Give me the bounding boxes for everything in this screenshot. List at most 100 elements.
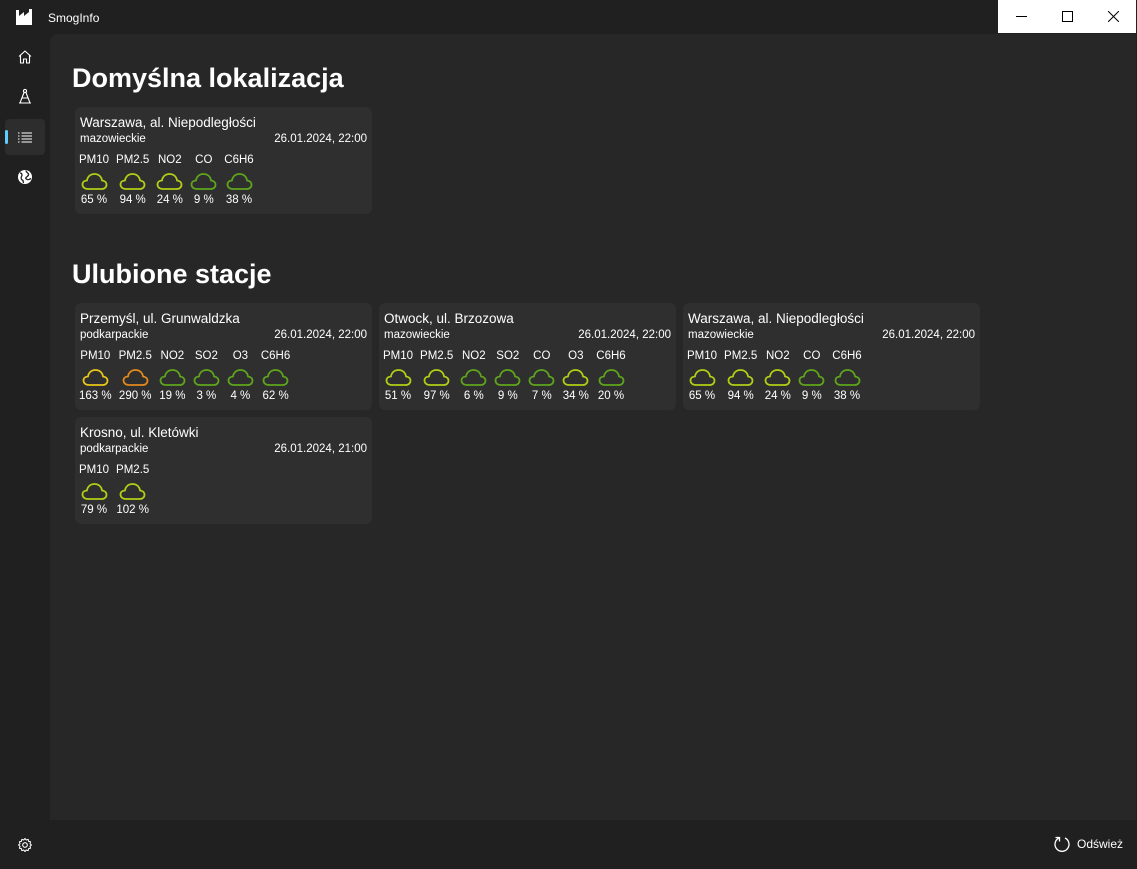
parameter-name: NO2: [160, 350, 185, 362]
parameter-value: 65 %: [688, 390, 716, 402]
parameter-item: PM10 79 %: [79, 464, 109, 516]
cloud-icon: [159, 369, 186, 386]
parameter-name: NO2: [765, 350, 790, 362]
parameter-name: C6H6: [832, 350, 862, 362]
parameter-value: 20 %: [597, 390, 625, 402]
station-region: podkarpackie: [80, 443, 149, 455]
cloud-icon: [156, 173, 183, 190]
close-icon: [1107, 11, 1119, 22]
station-card[interactable]: Przemyśl, ul. Grunwaldzka podkarpackie 26.…: [75, 303, 372, 410]
parameter-list: PM10 65 % PM2.5 94 % NO2 24 % CO 9 % C6H6 38 %: [687, 350, 869, 402]
cloud-icon: [190, 173, 217, 190]
parameter-item: CO 9 %: [190, 154, 217, 206]
parameter-item: NO2 24 %: [764, 350, 791, 402]
cloud-icon: [598, 369, 624, 386]
parameter-item: NO2 24 %: [156, 154, 183, 206]
parameter-item: PM2.5 102 %: [116, 464, 149, 516]
maximize-button[interactable]: [1044, 0, 1090, 33]
settings-button[interactable]: [14, 834, 36, 856]
refresh-button[interactable]: Odśwież: [1053, 832, 1123, 856]
station-card[interactable]: Warszawa, al. Niepodległości mazowieckie 2…: [683, 303, 980, 410]
cloud-icon: [727, 369, 754, 386]
parameter-value: 62 %: [262, 390, 289, 402]
minimize-button[interactable]: [998, 0, 1044, 33]
station-region: podkarpackie: [80, 329, 149, 341]
cloud-icon: [528, 369, 555, 386]
nav-item-map[interactable]: [5, 159, 45, 195]
cloud-icon: [119, 173, 146, 190]
parameter-value: 7 %: [531, 390, 552, 402]
parameter-value: 24 %: [764, 390, 791, 402]
parameter-name: O3: [232, 350, 249, 362]
maximize-icon: [1061, 11, 1073, 22]
parameter-list: PM10 163 % PM2.5 290 % NO2 19 % SO2 3 % O3 4 % C6H…: [79, 350, 297, 402]
parameter-name: PM2.5: [420, 350, 454, 362]
cloud-icon: [798, 369, 825, 386]
main-content: Domyślna lokalizacja Warszawa, al. Niepo…: [50, 34, 1136, 820]
navigation-pane: [0, 34, 50, 820]
close-button[interactable]: [1090, 0, 1136, 33]
parameter-name: C6H6: [596, 350, 626, 362]
parameter-list: PM10 79 % PM2.5 102 %: [79, 464, 156, 516]
parameter-value: 65 %: [80, 194, 108, 206]
cloud-icon: [494, 369, 521, 386]
measurement-time: 26.01.2024, 21:00: [274, 443, 367, 455]
parameter-name: PM2.5: [118, 350, 152, 362]
parameter-item: PM10 65 %: [687, 350, 717, 402]
refresh-icon: [1054, 836, 1070, 852]
title-bar: SmogInfo: [0, 0, 1137, 34]
parameter-item: CO 9 %: [798, 350, 825, 402]
parameter-value: 34 %: [562, 390, 589, 402]
parameter-name: C6H6: [224, 154, 254, 166]
station-region: mazowieckie: [384, 329, 450, 341]
parameter-value: 94 %: [727, 390, 754, 402]
parameter-item: O3 4 %: [227, 350, 254, 402]
station-card[interactable]: Krosno, ul. Kletówki podkarpackie 26.01.20…: [75, 417, 372, 524]
station-name: Przemyśl, ul. Grunwaldzka: [80, 311, 240, 326]
list-icon: [18, 132, 32, 143]
parameter-name: CO: [533, 350, 551, 362]
parameter-value: 4 %: [230, 390, 251, 402]
nav-item-stations[interactable]: [5, 78, 45, 114]
minimize-icon: [1015, 16, 1027, 17]
parameter-name: PM10: [687, 350, 718, 362]
nav-item-home[interactable]: [5, 39, 45, 75]
gear-icon: [18, 838, 32, 852]
parameter-name: PM10: [79, 464, 110, 476]
nav-item-list[interactable]: [5, 119, 45, 155]
cloud-icon: [423, 369, 450, 386]
parameter-value: 163 %: [79, 390, 112, 402]
station-card[interactable]: Otwock, ul. Brzozowa mazowieckie 26.01.202…: [379, 303, 676, 410]
parameter-value: 79 %: [80, 504, 108, 516]
parameter-item: O3 34 %: [562, 350, 589, 402]
station-name: Otwock, ul. Brzozowa: [384, 311, 514, 326]
factory-logo-icon: [16, 9, 32, 25]
cloud-icon: [689, 369, 715, 386]
parameter-name: PM10: [79, 154, 110, 166]
parameter-item: PM10 65 %: [79, 154, 109, 206]
cloud-icon: [193, 369, 220, 386]
cloud-icon: [119, 483, 146, 500]
parameter-value: 3 %: [196, 390, 217, 402]
measurement-time: 26.01.2024, 22:00: [882, 329, 975, 341]
section-title-default: Domyślna lokalizacja: [72, 63, 344, 93]
parameter-value: 24 %: [156, 194, 183, 206]
cloud-icon: [460, 369, 487, 386]
station-name: Warszawa, al. Niepodległości: [80, 115, 256, 130]
station-icon: [19, 88, 31, 104]
parameter-name: CO: [803, 350, 821, 362]
parameter-name: PM10: [80, 350, 111, 362]
parameter-item: C6H6 20 %: [596, 350, 625, 402]
measurement-time: 26.01.2024, 22:00: [274, 329, 367, 341]
parameter-value: 290 %: [118, 390, 152, 402]
station-card[interactable]: Warszawa, al. Niepodległości mazowieckie 2…: [75, 107, 372, 214]
station-name: Warszawa, al. Niepodległości: [688, 311, 864, 326]
parameter-item: C6H6 62 %: [261, 350, 290, 402]
parameter-value: 38 %: [833, 390, 861, 402]
parameter-name: NO2: [157, 154, 182, 166]
home-icon: [18, 50, 32, 64]
parameter-value: 97 %: [423, 390, 450, 402]
refresh-label: Odśwież: [1076, 837, 1123, 851]
parameter-item: C6H6 38 %: [832, 350, 861, 402]
parameter-value: 9 %: [193, 194, 214, 206]
